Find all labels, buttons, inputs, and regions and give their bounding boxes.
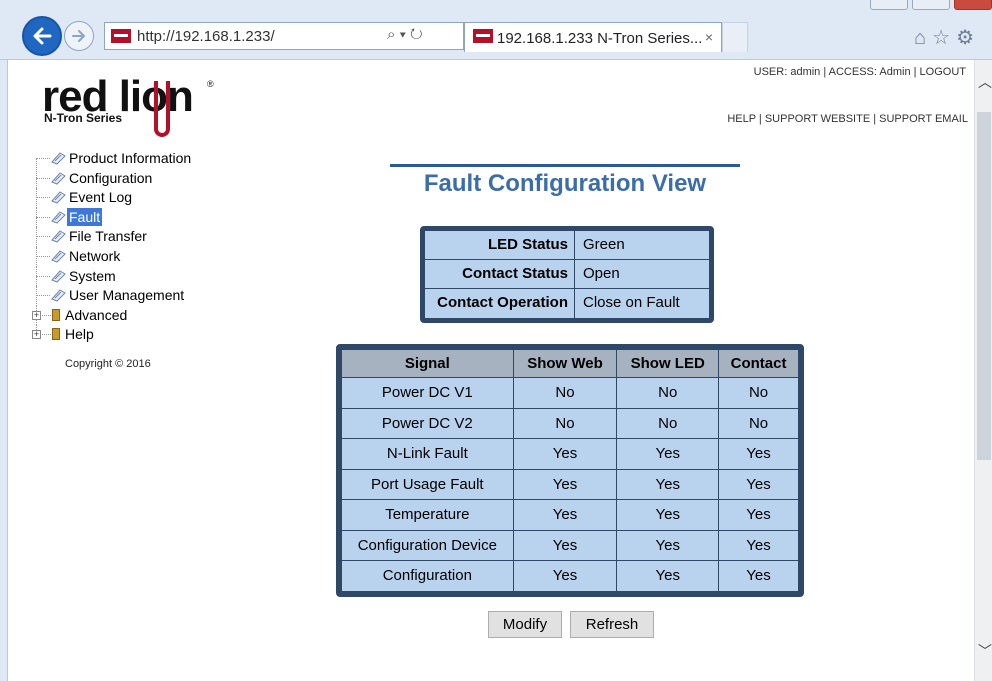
nav-item-product-information[interactable]: Product Information: [28, 149, 238, 178]
browser-toolbar: http://192.168.1.233/ ⌕ ▾ ↻ 192.168.1.23…: [0, 0, 992, 60]
browser-window: http://192.168.1.233/ ⌕ ▾ ↻ 192.168.1.23…: [0, 0, 992, 681]
back-button[interactable]: [22, 16, 62, 56]
copyright-text: Copyright © 2016: [65, 358, 151, 370]
nav-item-help[interactable]: + Help: [28, 325, 238, 345]
scroll-thumb[interactable]: [977, 112, 991, 460]
expand-plus-icon[interactable]: +: [32, 310, 41, 320]
favorites-star-icon[interactable]: ☆: [932, 27, 956, 49]
help-links[interactable]: HELP | SUPPORT WEBSITE | SUPPORT EMAIL: [727, 113, 968, 125]
url-text[interactable]: http://192.168.1.233/: [137, 28, 275, 45]
status-row: Contact Operation Close on Fault: [425, 289, 709, 318]
red-lion-logo: red lion ® N-Tron Series: [42, 75, 222, 137]
table-row: Configuration Yes Yes Yes: [341, 560, 799, 592]
refresh-button[interactable]: Refresh: [570, 611, 654, 638]
minimize-button[interactable]: [870, 0, 908, 10]
status-panel: LED Status Green Contact Status Open Con…: [420, 226, 714, 323]
user-bar[interactable]: USER: admin | ACCESS: Admin | LOGOUT: [754, 66, 966, 78]
page-icon: [51, 171, 66, 185]
table-row: Port Usage Fault Yes Yes Yes: [341, 468, 799, 500]
table-row: Power DC V2 No No No: [341, 407, 799, 439]
scroll-up-icon[interactable]: ︿: [978, 72, 992, 92]
arrow-left-icon: [33, 27, 52, 45]
scroll-down-icon[interactable]: ﹀: [978, 641, 992, 661]
nav-tree: Product Information Configuration Event …: [28, 149, 238, 345]
search-refresh-icons[interactable]: ⌕ ▾ ↻: [387, 26, 423, 43]
page-icon: [51, 230, 66, 243]
logo-registered: ®: [207, 79, 214, 89]
table-row: N-Link Fault Yes Yes Yes: [341, 438, 799, 470]
tab-close-icon[interactable]: ×: [705, 29, 713, 45]
book-icon: [52, 308, 60, 321]
maximize-button[interactable]: [912, 0, 950, 10]
page-content: red lion ® N-Tron Series USER: admin | A…: [8, 60, 974, 681]
browser-tab[interactable]: 192.168.1.233 N-Tron Series... ×: [464, 22, 722, 52]
page-icon: [51, 269, 66, 283]
page-icon: [51, 250, 66, 263]
page-icon: [51, 289, 66, 302]
nav-item-system[interactable]: System: [28, 266, 238, 287]
arrow-right-icon: [72, 30, 86, 42]
book-icon: [52, 328, 60, 341]
signal-table: Signal Show Web Show LED Contact Power D…: [341, 349, 799, 592]
modify-button[interactable]: Modify: [488, 611, 562, 638]
settings-gear-icon[interactable]: ⚙: [956, 27, 980, 49]
forward-button[interactable]: [64, 21, 94, 51]
home-icon[interactable]: ⌂: [914, 27, 932, 49]
table-row: Power DC V1 No No No: [341, 377, 799, 409]
nav-item-user-management[interactable]: User Management: [28, 286, 238, 306]
nav-item-event-log[interactable]: Event Log: [28, 188, 238, 208]
nav-item-file-transfer[interactable]: File Transfer: [28, 227, 238, 247]
status-row: Contact Status Open: [425, 260, 709, 289]
logo-mark-icon: [154, 81, 170, 137]
page-icon: [51, 152, 66, 165]
nav-item-fault[interactable]: Fault: [28, 207, 238, 228]
close-window-button[interactable]: [954, 0, 992, 10]
table-header-row: Signal Show Web Show LED Contact: [341, 349, 799, 378]
tab-title: 192.168.1.233 N-Tron Series...: [497, 30, 703, 47]
page-icon: [51, 191, 66, 204]
toolbar-icons: ⌂☆⚙: [914, 25, 980, 50]
address-bar[interactable]: http://192.168.1.233/ ⌕ ▾ ↻: [104, 22, 464, 50]
tab-favicon-icon: [473, 29, 493, 43]
nav-item-network[interactable]: Network: [28, 246, 238, 267]
expand-plus-icon[interactable]: +: [32, 330, 41, 340]
new-tab-button[interactable]: [722, 22, 748, 52]
signal-table-panel: Signal Show Web Show LED Contact Power D…: [336, 344, 804, 597]
page-title: Fault Configuration View: [390, 164, 740, 202]
nav-item-advanced[interactable]: + Advanced: [28, 305, 238, 326]
site-favicon-icon: [111, 29, 131, 43]
table-row: Configuration Device Yes Yes Yes: [341, 529, 799, 561]
table-row: Temperature Yes Yes Yes: [341, 499, 799, 531]
page-icon: [51, 211, 66, 224]
vertical-scrollbar[interactable]: ︿ ﹀: [974, 60, 992, 681]
nav-item-configuration[interactable]: Configuration: [28, 168, 238, 189]
window-left-border: [0, 60, 8, 681]
logo-series: N-Tron Series: [44, 111, 123, 125]
status-row: LED Status Green: [425, 231, 709, 260]
